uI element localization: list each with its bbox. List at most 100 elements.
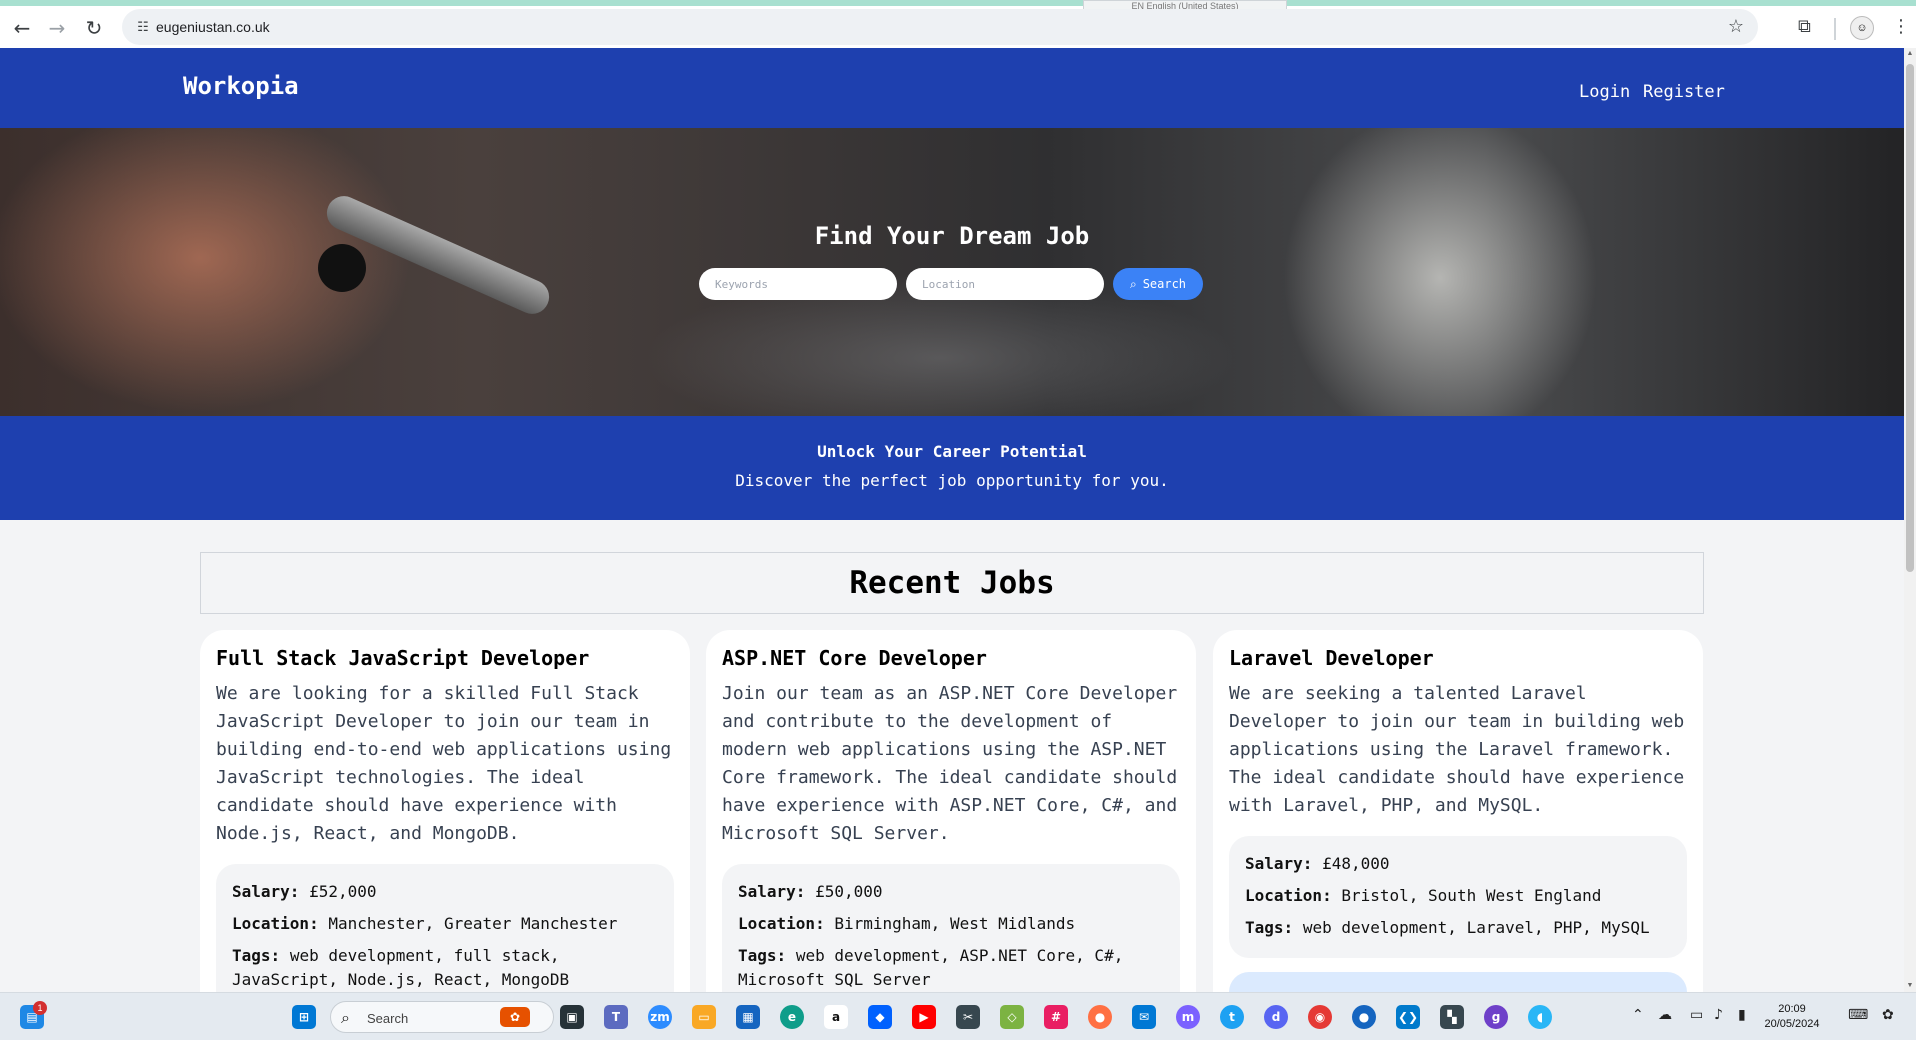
app-drop-icon[interactable]: ◖	[1528, 1005, 1552, 1029]
menu-kebab-icon[interactable]: ⋮	[1892, 16, 1910, 37]
amazon-icon[interactable]: a	[824, 1005, 848, 1029]
app-icon[interactable]: ◇	[1000, 1005, 1024, 1029]
job-details: Salary: £52,000 Location: Manchester, Gr…	[216, 864, 674, 992]
job-card: Laravel Developer We are seeking a talen…	[1213, 630, 1703, 992]
job-details: Salary: £50,000 Location: Birmingham, We…	[722, 864, 1180, 992]
task-view-icon[interactable]: ▣	[560, 1005, 584, 1029]
job-location: Bristol, South West England	[1341, 886, 1602, 905]
banner-title: Unlock Your Career Potential	[817, 442, 1087, 461]
mail-icon[interactable]: ✉	[1132, 1005, 1156, 1029]
job-title: Laravel Developer	[1229, 646, 1434, 670]
extensions-icon[interactable]: ⧉	[1798, 16, 1811, 37]
job-card: ASP.NET Core Developer Join our team as …	[706, 630, 1196, 992]
windows-start-icon[interactable]: ⊞	[292, 1005, 316, 1029]
job-salary: £52,000	[309, 882, 377, 901]
volume-icon[interactable]: ♪	[1714, 1007, 1723, 1023]
microsoft-store-icon[interactable]: ▦	[736, 1005, 760, 1029]
taskbar-search-placeholder: Search	[367, 1011, 409, 1026]
site-header: Workopia Login Register	[0, 48, 1904, 128]
twitter-icon[interactable]: t	[1220, 1005, 1244, 1029]
location-input[interactable]	[906, 268, 1104, 300]
hero-title: Find Your Dream Job	[814, 222, 1090, 250]
battery-icon[interactable]: ▮	[1738, 1007, 1746, 1023]
back-icon[interactable]: ←	[8, 14, 36, 42]
firefox-icon[interactable]: ●	[1088, 1005, 1112, 1029]
bookmark-star-icon[interactable]: ☆	[1728, 16, 1744, 37]
youtube-icon[interactable]: ▶	[912, 1005, 936, 1029]
login-link[interactable]: Login	[1579, 82, 1630, 102]
brand-logo[interactable]: Workopia	[183, 72, 299, 100]
banner-subtitle: Discover the perfect job opportunity for…	[735, 471, 1169, 490]
teams-icon[interactable]: T	[604, 1005, 628, 1029]
messenger-icon[interactable]: m	[1176, 1005, 1200, 1029]
zoom-icon[interactable]: zm	[648, 1005, 672, 1029]
job-location: Manchester, Greater Manchester	[328, 914, 618, 933]
network-icon[interactable]: ☁	[1658, 1007, 1672, 1023]
job-tags: web development, Laravel, PHP, MySQL	[1302, 918, 1650, 937]
notifications-icon[interactable]: ⌨	[1848, 1007, 1868, 1023]
scroll-down-arrow[interactable]: ▼	[1904, 980, 1916, 992]
hero-section: Find Your Dream Job ⌕ Search	[0, 128, 1904, 416]
profile-avatar[interactable]: ☺	[1850, 16, 1874, 40]
chrome-icon[interactable]: ◉	[1308, 1005, 1332, 1029]
scrollbar-thumb[interactable]	[1906, 64, 1914, 572]
recent-jobs-heading: Recent Jobs	[200, 552, 1704, 614]
salary-label: Salary:	[232, 882, 300, 901]
job-location: Birmingham, West Midlands	[834, 914, 1076, 933]
search-button[interactable]: ⌕ Search	[1113, 268, 1203, 300]
job-title: Full Stack JavaScript Developer	[216, 646, 590, 670]
discord-icon[interactable]: d	[1264, 1005, 1288, 1029]
web-page: Workopia Login Register Find Your Dream …	[0, 48, 1904, 992]
card-action-area[interactable]	[1229, 972, 1687, 992]
job-salary: £48,000	[1322, 854, 1390, 873]
address-bar[interactable]: ☷ eugeniustan.co.uk ☆	[122, 9, 1758, 45]
job-tags: web development, ASP.NET Core, C#, Micro…	[738, 946, 1124, 989]
firefox-developer-icon[interactable]: ●	[1352, 1005, 1376, 1029]
location-label: Location:	[1245, 886, 1332, 905]
tags-label: Tags:	[232, 946, 281, 965]
show-hidden-icons-chevron[interactable]: ⌃	[1632, 1007, 1644, 1023]
edge-icon[interactable]: e	[780, 1005, 804, 1029]
snipping-tool-icon[interactable]: ✂	[956, 1005, 980, 1029]
dropbox-icon[interactable]: ◆	[868, 1005, 892, 1029]
job-description: We are looking for a skilled Full Stack …	[216, 683, 672, 844]
location-label: Location:	[232, 914, 319, 933]
search-icon: ⌕	[1129, 276, 1137, 291]
sql-server-icon[interactable]: ▚	[1440, 1005, 1464, 1029]
register-link[interactable]: Register	[1643, 82, 1725, 102]
salary-label: Salary:	[1245, 854, 1313, 873]
search-button-label: Search	[1142, 277, 1187, 291]
keywords-input[interactable]	[699, 268, 897, 300]
notification-badge: 1	[33, 1001, 47, 1015]
job-description: Join our team as an ASP.NET Core Develop…	[722, 683, 1178, 844]
browser-toolbar: EN English (United States) ← → ↻ ☷ eugen…	[0, 0, 1916, 48]
vscode-icon[interactable]: ❮❯	[1396, 1005, 1420, 1029]
job-details: Salary: £48,000 Location: Bristol, South…	[1229, 836, 1687, 958]
clock-date[interactable]: 20/05/2024	[1760, 1018, 1824, 1030]
github-icon[interactable]: g	[1484, 1005, 1508, 1029]
copilot-icon[interactable]: ✿	[1882, 1007, 1894, 1023]
reload-icon[interactable]: ↻	[80, 14, 108, 42]
location-label: Location:	[738, 914, 825, 933]
job-title: ASP.NET Core Developer	[722, 646, 987, 670]
job-tags: web development, full stack, JavaScript,…	[232, 946, 570, 989]
salary-label: Salary:	[738, 882, 806, 901]
file-explorer-icon[interactable]: ▭	[692, 1005, 716, 1029]
job-description: We are seeking a talented Laravel Develo…	[1229, 683, 1685, 816]
search-highlight-icon[interactable]: ✿	[500, 1007, 530, 1027]
scroll-up-arrow[interactable]: ▲	[1904, 48, 1916, 60]
career-banner: Unlock Your Career Potential Discover th…	[0, 416, 1904, 520]
forward-icon[interactable]: →	[43, 14, 71, 42]
tags-label: Tags:	[738, 946, 787, 965]
tags-label: Tags:	[1245, 918, 1294, 937]
clock-time[interactable]: 20:09	[1760, 1003, 1824, 1015]
page-scrollbar[interactable]: ▲ ▼	[1904, 48, 1916, 992]
hero-background-pen-tip	[318, 244, 366, 292]
display-icon[interactable]: ▭	[1690, 1007, 1703, 1023]
job-salary: £50,000	[815, 882, 883, 901]
slack-icon[interactable]: #	[1044, 1005, 1068, 1029]
site-info-icon[interactable]: ☷	[132, 16, 154, 38]
taskbar: ▤ 1 ⊞ ⌕ Search ✿ ▣ T zm ▭ ▦ e a ◆ ▶ ✂ ◇ …	[0, 992, 1916, 1040]
search-icon: ⌕	[341, 1008, 350, 1027]
job-card: Full Stack JavaScript Developer We are l…	[200, 630, 690, 992]
